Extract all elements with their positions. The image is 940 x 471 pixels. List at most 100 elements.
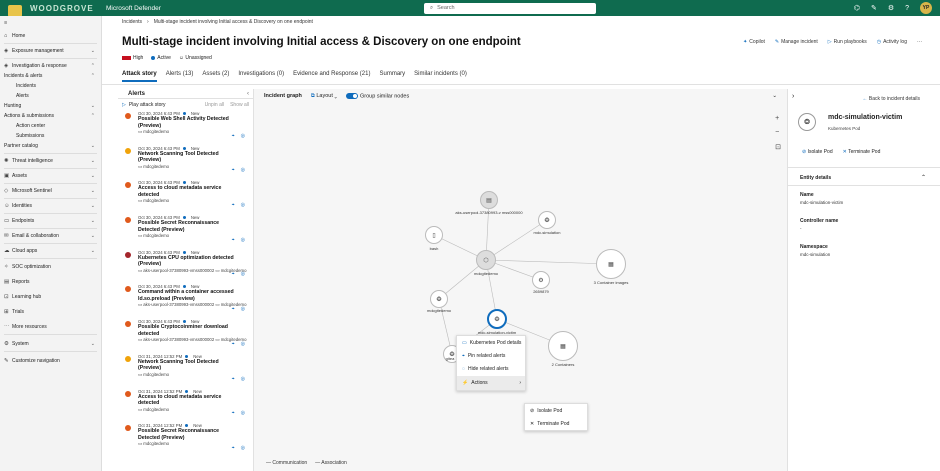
nav-actions-submissions[interactable]: Actions & submissions ⌃: [0, 111, 101, 121]
view-icon[interactable]: ◎: [241, 410, 245, 416]
copilot-button[interactable]: ✦ Copilot: [743, 39, 765, 45]
pin-icon[interactable]: ⌖: [232, 133, 235, 139]
nav-submissions[interactable]: Submissions: [0, 131, 101, 141]
alert-item[interactable]: Oct 30, 2024 6:43 PM New Kubernetes CPU o…: [118, 249, 253, 284]
collapse-icon[interactable]: ‹: [247, 91, 249, 97]
chevron-up-icon[interactable]: ⌃: [921, 174, 926, 181]
nav-soc[interactable]: ✧ SOC optimization: [0, 262, 101, 272]
nav-system[interactable]: ⚙ System ⌄: [0, 339, 101, 349]
node-mdcgitedemo-2[interactable]: ❂: [430, 290, 448, 308]
nav-alerts[interactable]: Alerts: [0, 91, 101, 101]
pin-icon[interactable]: ⌖: [232, 341, 235, 347]
alert-item[interactable]: Oct 30, 2024 6:43 PM New Possible Secret …: [118, 214, 253, 249]
alert-item[interactable]: Oct 30, 2024 6:43 PM New Access to cloud …: [118, 179, 253, 214]
more-actions-button[interactable]: ···: [917, 39, 922, 45]
view-icon[interactable]: ◎: [241, 445, 245, 451]
nav-email[interactable]: ✉ Email & collaboration ⌄: [0, 231, 101, 241]
view-icon[interactable]: ◎: [241, 167, 245, 173]
view-icon[interactable]: ◎: [241, 306, 245, 312]
nav-cloud-apps[interactable]: ☁ Cloud apps ⌄: [0, 246, 101, 256]
nav-incidents[interactable]: Incidents: [0, 81, 101, 91]
nav-incidents-alerts[interactable]: Incidents & alerts ⌃: [0, 71, 101, 81]
node-bash[interactable]: ▯: [425, 226, 443, 244]
pin-icon[interactable]: ⌖: [232, 410, 235, 416]
breadcrumb-incidents[interactable]: Incidents: [122, 19, 142, 25]
node-process[interactable]: ⚙: [532, 271, 550, 289]
network-icon[interactable]: ⌬: [854, 4, 860, 12]
manage-incident-button[interactable]: ✎ Manage incident: [775, 39, 818, 45]
nav-customize[interactable]: ✎ Customize navigation: [0, 356, 101, 366]
nav-reports[interactable]: ▤ Reports: [0, 277, 101, 287]
terminate-pod-button[interactable]: ✕ Terminate Pod: [843, 149, 881, 155]
pin-icon[interactable]: ⌖: [232, 271, 235, 277]
nav-investigation[interactable]: ◈ Investigation & response ⌃: [0, 61, 101, 71]
menu-item-hide-alerts[interactable]: ◌ Hide related alerts: [457, 363, 525, 376]
gear-icon[interactable]: ⚙: [888, 4, 894, 12]
view-icon[interactable]: ◎: [241, 133, 245, 139]
menu-item-pin-alerts[interactable]: ⌖ Pin related alerts: [457, 349, 525, 362]
nav-partner-catalog[interactable]: Partner catalog ⌄: [0, 141, 101, 151]
pin-icon[interactable]: ⌖: [232, 167, 235, 173]
view-icon[interactable]: ◎: [241, 376, 245, 382]
activity-log-button[interactable]: ◷ Activity log: [877, 39, 907, 45]
nav-more[interactable]: ⋯ More resources: [0, 322, 101, 332]
pin-icon[interactable]: ⌖: [232, 306, 235, 312]
node-victim[interactable]: ❂: [487, 309, 507, 329]
view-icon[interactable]: ◎: [241, 271, 245, 277]
nav-action-center[interactable]: Action center: [0, 121, 101, 131]
nav-sentinel[interactable]: ◇ Microsoft Sentinel ⌄: [0, 186, 101, 196]
view-icon[interactable]: ◎: [241, 202, 245, 208]
alert-item[interactable]: Oct 30, 2024 6:43 PM New Possible Web She…: [118, 110, 253, 145]
node-mdcgitedemo[interactable]: ⬡: [476, 250, 496, 270]
avatar[interactable]: YP: [920, 2, 932, 14]
unpin-all-button[interactable]: Unpin all: [205, 102, 224, 108]
node-containers[interactable]: ▦: [548, 331, 578, 361]
menu-item-isolate-pod[interactable]: ⊘ Isolate Pod: [525, 404, 587, 417]
node-aks[interactable]: ▤: [480, 191, 498, 209]
pin-icon[interactable]: ⌖: [232, 445, 235, 451]
help-icon[interactable]: ?: [905, 5, 909, 12]
nav-trials[interactable]: ⊞ Trials: [0, 307, 101, 317]
back-to-incident-button[interactable]: ← Back to incident details: [862, 96, 920, 102]
isolate-pod-button[interactable]: ⊘ Isolate Pod: [802, 149, 833, 155]
nav-exposure[interactable]: ◈ Exposure management ⌄: [0, 46, 101, 56]
tab-assets[interactable]: Assets (2): [202, 71, 229, 82]
menu-toggle-icon[interactable]: ≡: [0, 18, 101, 28]
nav-home[interactable]: ⌂ Home: [0, 31, 101, 41]
pin-icon[interactable]: ⌖: [232, 237, 235, 243]
alert-item[interactable]: Oct 30, 2024 6:43 PM New Command within a…: [118, 283, 253, 318]
tab-investigations[interactable]: Investigations (0): [238, 71, 284, 82]
nav-learning[interactable]: ⊡ Learning hub: [0, 292, 101, 302]
tab-summary[interactable]: Summary: [379, 71, 405, 82]
menu-item-terminate-pod[interactable]: ✕ Terminate Pod: [525, 417, 587, 430]
node-container-images[interactable]: ▦: [596, 249, 626, 279]
tab-similar[interactable]: Similar incidents (0): [414, 71, 467, 82]
nav-identities[interactable]: ☺ Identities ⌄: [0, 201, 101, 211]
menu-item-actions[interactable]: ⚡ Actions ›: [457, 376, 525, 390]
pin-icon[interactable]: ⌖: [232, 376, 235, 382]
run-playbooks-button[interactable]: ▷ Run playbooks: [828, 39, 867, 45]
nav-endpoints[interactable]: ▭ Endpoints ⌄: [0, 216, 101, 226]
play-attack-story-button[interactable]: Play attack story: [129, 102, 166, 108]
search-input[interactable]: ⌕ Search: [424, 2, 596, 14]
entity-details-section[interactable]: Entity details: [800, 175, 831, 181]
alert-item[interactable]: Oct 31, 2024 12:52 PM New Possible Secret…: [118, 422, 253, 457]
nav-threat-intel[interactable]: ✺ Threat intelligence ⌄: [0, 156, 101, 166]
node-mdc-sim[interactable]: ❂: [538, 211, 556, 229]
show-all-button[interactable]: Show all: [230, 102, 249, 108]
alert-item[interactable]: Oct 31, 2024 12:52 PM New Access to cloud…: [118, 388, 253, 423]
pen-icon[interactable]: ✎: [871, 4, 877, 12]
chevron-right-icon[interactable]: ›: [792, 93, 794, 100]
tab-attack-story[interactable]: Attack story: [122, 71, 157, 82]
view-icon[interactable]: ◎: [241, 341, 245, 347]
pin-icon[interactable]: ⌖: [232, 202, 235, 208]
alert-item[interactable]: Oct 30, 2024 6:43 PM New Possible Cryptoc…: [118, 318, 253, 353]
tab-evidence[interactable]: Evidence and Response (21): [293, 71, 370, 82]
alert-item[interactable]: Oct 30, 2024 6:43 PM New Network Scanning…: [118, 145, 253, 180]
tab-alerts[interactable]: Alerts (13): [166, 71, 194, 82]
nav-hunting[interactable]: Hunting ⌄: [0, 101, 101, 111]
nav-assets[interactable]: ▣ Assets ⌄: [0, 171, 101, 181]
alert-item[interactable]: Oct 31, 2024 12:52 PM New Network Scannin…: [118, 353, 253, 388]
view-icon[interactable]: ◎: [241, 237, 245, 243]
menu-item-pod-details[interactable]: ▭ Kubernetes Pod details: [457, 336, 525, 349]
